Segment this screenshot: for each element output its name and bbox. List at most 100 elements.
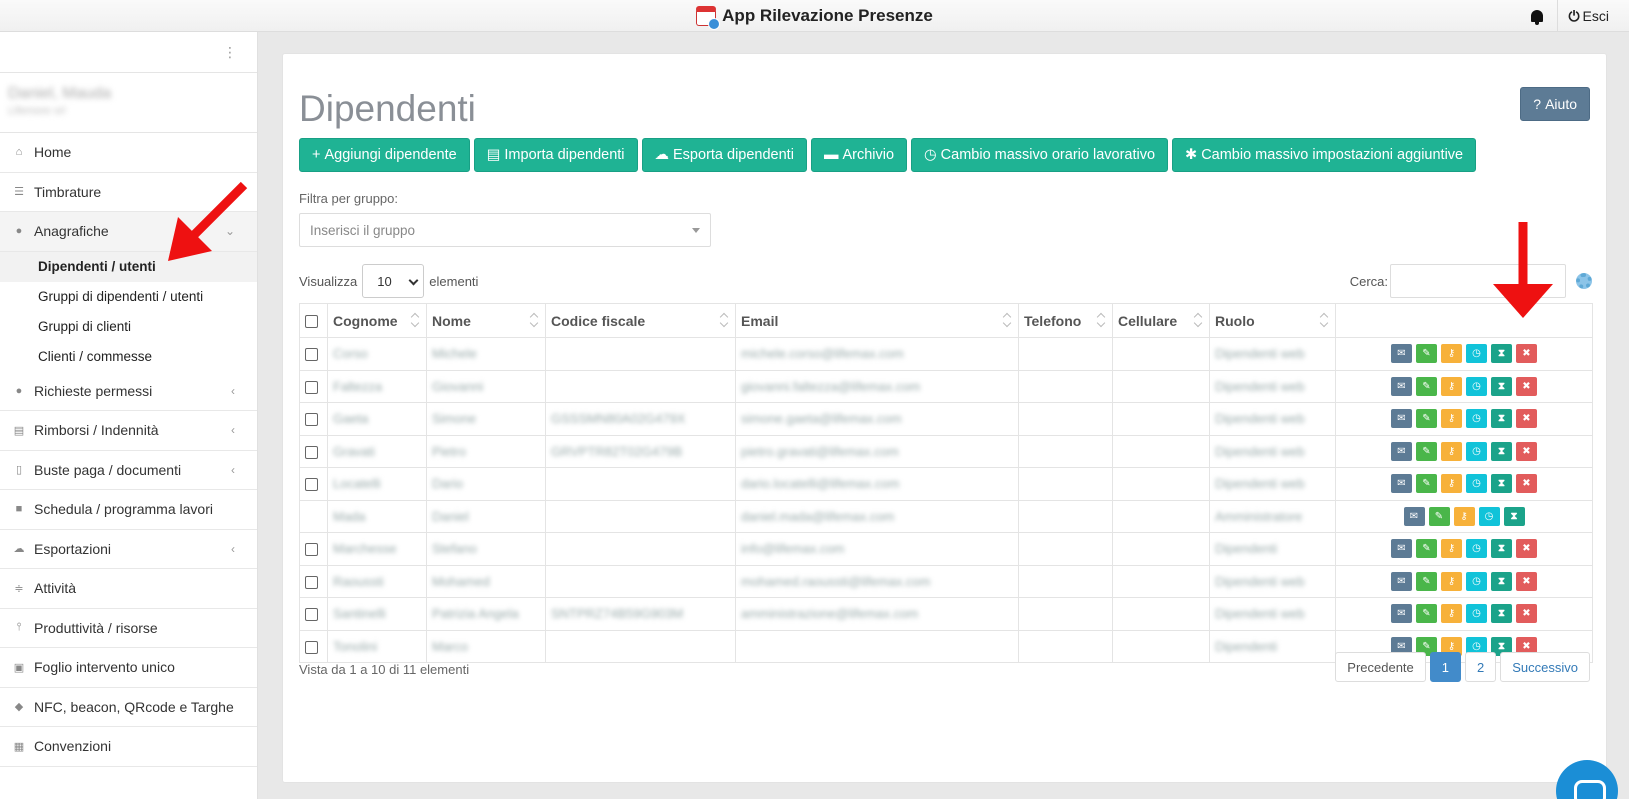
edit-button[interactable]: ✎ — [1416, 571, 1437, 591]
row-checkbox[interactable] — [305, 380, 318, 394]
sidebar-item-foglio-intervento[interactable]: ▣ Foglio intervento unico — [0, 648, 257, 688]
row-checkbox[interactable] — [305, 543, 318, 557]
message-button[interactable]: ✉ — [1391, 539, 1412, 559]
logout-button[interactable]: ⏻ Esci — [1557, 0, 1629, 32]
password-button[interactable]: ⚷ — [1441, 376, 1462, 396]
delete-button[interactable]: ✖ — [1516, 376, 1537, 396]
hourglass-button[interactable]: ⧗ — [1491, 376, 1512, 396]
schedule-button[interactable]: ◷ — [1466, 344, 1487, 364]
schedule-button[interactable]: ◷ — [1466, 441, 1487, 461]
sidebar-item-richieste-permessi[interactable]: ● Richieste permessi ‹ — [0, 372, 257, 411]
schedule-button[interactable]: ◷ — [1478, 506, 1500, 526]
schedule-button[interactable]: ◷ — [1466, 474, 1487, 494]
row-checkbox[interactable] — [305, 445, 318, 459]
schedule-button[interactable]: ◷ — [1466, 409, 1487, 429]
bulk-schedule-change-button[interactable]: ◷ Cambio massivo orario lavorativo — [911, 138, 1169, 172]
password-button[interactable]: ⚷ — [1441, 474, 1462, 494]
password-button[interactable]: ⚷ — [1441, 344, 1462, 364]
hourglass-button[interactable]: ⧗ — [1491, 474, 1512, 494]
group-filter-select[interactable]: Inserisci il gruppo — [299, 213, 711, 247]
edit-button[interactable]: ✎ — [1416, 474, 1437, 494]
row-checkbox[interactable] — [305, 478, 318, 492]
delete-button[interactable]: ✖ — [1516, 344, 1537, 364]
row-checkbox[interactable] — [305, 575, 318, 589]
sidebar-item-buste-paga[interactable]: ▯ Buste paga / documenti ‹ — [0, 451, 257, 490]
row-checkbox[interactable] — [305, 413, 318, 427]
password-button[interactable]: ⚷ — [1441, 441, 1462, 461]
row-checkbox[interactable] — [305, 640, 318, 654]
delete-button[interactable]: ✖ — [1516, 409, 1537, 429]
message-button[interactable]: ✉ — [1391, 474, 1412, 494]
column-header-cognome[interactable]: Cognome — [327, 303, 427, 338]
sidebar-item-rimborsi[interactable]: ▤ Rimborsi / Indennità ‹ — [0, 411, 257, 451]
password-button[interactable]: ⚷ — [1441, 571, 1462, 591]
delete-button[interactable]: ✖ — [1516, 571, 1537, 591]
sidebar-item-home[interactable]: ⌂ Home — [0, 133, 257, 173]
notifications-bell-icon[interactable] — [1517, 0, 1557, 32]
hourglass-button[interactable]: ⧗ — [1491, 344, 1512, 364]
add-employee-button[interactable]: + Aggiungi dipendente — [299, 138, 470, 172]
schedule-button[interactable]: ◷ — [1466, 539, 1487, 559]
message-button[interactable]: ✉ — [1391, 376, 1412, 396]
message-button[interactable]: ✉ — [1391, 604, 1412, 624]
page-length-select[interactable]: 10 — [362, 264, 425, 298]
hourglass-button[interactable]: ⧗ — [1503, 506, 1525, 526]
sidebar-item-schedula[interactable]: ■ Schedula / programma lavori — [0, 490, 257, 530]
message-button[interactable]: ✉ — [1391, 344, 1412, 364]
import-employees-button[interactable]: ▤ Importa dipendenti — [473, 138, 638, 172]
export-employees-button[interactable]: ☁ Esporta dipendenti — [641, 138, 807, 172]
hourglass-button[interactable]: ⧗ — [1491, 539, 1512, 559]
column-header-ruolo[interactable]: Ruolo — [1209, 303, 1336, 338]
message-button[interactable]: ✉ — [1391, 441, 1412, 461]
hourglass-button[interactable]: ⧗ — [1491, 409, 1512, 429]
delete-button[interactable]: ✖ — [1516, 539, 1537, 559]
schedule-button[interactable]: ◷ — [1466, 604, 1487, 624]
bulk-settings-change-button[interactable]: ✱ Cambio massivo impostazioni aggiuntive — [1172, 138, 1477, 172]
hourglass-button[interactable]: ⧗ — [1491, 604, 1512, 624]
sidebar-subitem-gruppi-clienti[interactable]: Gruppi di clienti — [0, 312, 257, 342]
delete-button[interactable]: ✖ — [1516, 474, 1537, 494]
column-header-telefono[interactable]: Telefono — [1018, 303, 1113, 338]
sidebar-item-produttivita[interactable]: ⫯ Produttività / risorse — [0, 609, 257, 648]
pagination-next[interactable]: Successivo — [1500, 652, 1590, 682]
message-button[interactable]: ✉ — [1403, 506, 1425, 526]
message-button[interactable]: ✉ — [1391, 409, 1412, 429]
row-checkbox[interactable] — [305, 608, 318, 622]
sidebar-item-nfc[interactable]: ◆ NFC, beacon, QRcode e Targhe — [0, 688, 257, 727]
pagination-page-1[interactable]: 1 — [1429, 652, 1462, 682]
edit-button[interactable]: ✎ — [1416, 539, 1437, 559]
schedule-button[interactable]: ◷ — [1466, 571, 1487, 591]
password-button[interactable]: ⚷ — [1441, 539, 1462, 559]
edit-button[interactable]: ✎ — [1416, 376, 1437, 396]
sidebar-subitem-clienti[interactable]: Clienti / commesse — [0, 342, 257, 372]
hourglass-button[interactable]: ⧗ — [1491, 571, 1512, 591]
password-button[interactable]: ⚷ — [1441, 604, 1462, 624]
edit-button[interactable]: ✎ — [1416, 344, 1437, 364]
schedule-button[interactable]: ◷ — [1466, 376, 1487, 396]
sidebar-item-attivita[interactable]: ≑ Attività — [0, 569, 257, 609]
archive-button[interactable]: ▬ Archivio — [810, 138, 908, 172]
column-header-codice-fiscale[interactable]: Codice fiscale — [545, 303, 736, 338]
password-button[interactable]: ⚷ — [1441, 409, 1462, 429]
delete-button[interactable]: ✖ — [1516, 441, 1537, 461]
column-header-nome[interactable]: Nome — [426, 303, 546, 338]
sidebar-item-convenzioni[interactable]: ▦ Convenzioni — [0, 727, 257, 767]
sidebar-item-esportazioni[interactable]: ☁ Esportazioni ‹ — [0, 530, 257, 569]
pagination-page-2[interactable]: 2 — [1465, 652, 1497, 682]
hourglass-button[interactable]: ⧗ — [1491, 441, 1512, 461]
sidebar-menu-toggle[interactable]: ⋮ — [0, 32, 257, 73]
edit-button[interactable]: ✎ — [1416, 604, 1437, 624]
help-button[interactable]: ? Aiuto — [1520, 87, 1590, 121]
sidebar-subitem-gruppi-dipendenti[interactable]: Gruppi di dipendenti / utenti — [0, 282, 257, 312]
delete-button[interactable]: ✖ — [1516, 604, 1537, 624]
password-button[interactable]: ⚷ — [1453, 506, 1475, 526]
settings-cog-icon[interactable] — [1576, 273, 1592, 289]
row-checkbox[interactable] — [305, 348, 318, 362]
column-header-email[interactable]: Email — [735, 303, 1019, 338]
edit-button[interactable]: ✎ — [1428, 506, 1450, 526]
select-all-checkbox[interactable] — [305, 315, 318, 329]
column-header-cellulare[interactable]: Cellulare — [1112, 303, 1210, 338]
edit-button[interactable]: ✎ — [1416, 409, 1437, 429]
edit-button[interactable]: ✎ — [1416, 441, 1437, 461]
pagination-prev[interactable]: Precedente — [1335, 652, 1426, 682]
